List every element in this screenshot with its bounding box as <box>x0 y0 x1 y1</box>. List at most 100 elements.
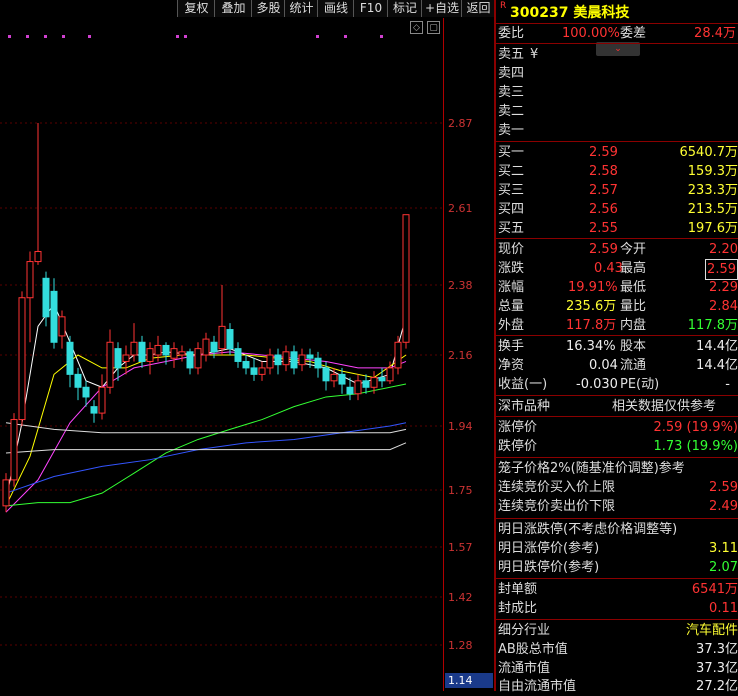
tomorrow-value: 3.11 <box>709 539 738 558</box>
cap-value: 37.3亿 <box>696 640 738 659</box>
bid-price: 2.56 <box>589 200 618 219</box>
candle-body <box>131 342 137 355</box>
stats-label: 换手 <box>498 337 524 356</box>
statistics-button[interactable]: 统计 <box>284 0 318 17</box>
ask-row: 卖五 ¥ <box>496 45 738 64</box>
tomorrow-label: 明日涨停价(参考) <box>498 539 599 558</box>
seal-label: 封单额 <box>498 580 537 599</box>
diamond-icon[interactable]: ◇ <box>410 21 423 34</box>
candle-body <box>331 374 337 380</box>
f10-button[interactable]: F10 <box>353 0 388 17</box>
draw-line-button[interactable]: 画线 <box>317 0 354 17</box>
overlay-button[interactable]: 叠加 <box>214 0 252 17</box>
quote-row: 涨幅 19.91% 最低 2.29 <box>496 278 738 297</box>
ask-row: 卖一 <box>496 121 738 140</box>
candle <box>259 361 265 380</box>
restore-rights-button[interactable]: 复权 <box>177 0 215 17</box>
quote-value: 0.43 <box>594 259 623 278</box>
candle <box>59 310 65 348</box>
section-header: 深市品种 相关数据仅供参考 <box>496 397 738 416</box>
quote-row: 外盘 117.8万 内盘 117.8万 <box>496 316 738 335</box>
candle-body <box>179 352 185 355</box>
candle <box>267 349 273 375</box>
price-tick: 1.42 <box>448 591 492 604</box>
candle-body <box>315 358 321 368</box>
candle <box>19 291 25 426</box>
wb-label: 委比 <box>498 24 524 43</box>
wc-value: 28.4万 <box>694 24 736 43</box>
candle-body <box>91 407 97 413</box>
kline-chart[interactable] <box>0 18 494 691</box>
candle-body <box>267 355 273 368</box>
candle <box>139 336 145 368</box>
quote-row: 现价 2.59 今开 2.20 <box>496 240 738 259</box>
bid-volume: 6540.7万 <box>680 143 738 162</box>
seal-row: 封单额 6541万 <box>496 580 738 599</box>
quote-label: 外盘 <box>498 316 524 335</box>
stats-label: 收益(一) <box>498 375 547 394</box>
event-marker <box>26 35 29 38</box>
candle <box>203 333 209 362</box>
tomorrow-title: 明日涨跌停(不考虑价格调整等) <box>496 520 738 539</box>
candle-body <box>243 361 249 367</box>
candle <box>291 345 297 374</box>
cap-label: 流通市值 <box>498 659 550 678</box>
cap-row: AB股总市值 37.3亿 <box>496 640 738 659</box>
bid-price: 2.59 <box>589 143 618 162</box>
limit-row: 跌停价 1.73 (19.9%) <box>496 437 738 456</box>
quote-value: 117.8万 <box>566 316 616 335</box>
candle-body <box>75 374 81 387</box>
quote-value: 2.84 <box>709 297 738 316</box>
tomorrow-row: 明日涨停价(参考) 3.11 <box>496 539 738 558</box>
stats-value: 0.04 <box>589 356 618 375</box>
stock-code-name: 300237 美晨科技 <box>510 2 629 22</box>
mark-button[interactable]: 标记 <box>387 0 422 17</box>
ask-label: 卖一 <box>498 121 524 140</box>
quote-label: 内盘 <box>620 316 646 335</box>
stats-value: 14.4亿 <box>696 337 738 356</box>
cursor-price-label: 1.14 <box>445 673 493 688</box>
bid-label: 买三 <box>498 181 524 200</box>
add-watchlist-button[interactable]: +自选 <box>421 0 462 17</box>
candle-body <box>3 480 9 506</box>
candle-body <box>187 352 193 368</box>
window-icon[interactable]: ▢ <box>427 21 440 34</box>
bid-row: 买四 2.56 213.5万 <box>496 200 738 219</box>
stats-label: 流通 <box>620 356 646 375</box>
industry-value[interactable]: 汽车配件 <box>686 621 738 640</box>
multi-stock-button[interactable]: 多股 <box>251 0 285 17</box>
cage-value: 2.49 <box>709 497 738 516</box>
bid-row: 买三 2.57 233.3万 <box>496 181 738 200</box>
price-tick: 1.94 <box>448 420 492 433</box>
disclaimer: 相关数据仅供参考 <box>612 397 716 416</box>
stats-label: 净资 <box>498 356 524 375</box>
candle <box>403 215 409 349</box>
candle <box>99 374 105 419</box>
quote-label: 最低 <box>620 278 646 297</box>
candle <box>131 323 137 361</box>
seal-value: 0.11 <box>709 599 738 618</box>
price-tick: 1.28 <box>448 639 492 652</box>
candle-body <box>395 342 401 368</box>
candle-body <box>275 355 281 365</box>
ask-label: 卖四 <box>498 64 524 83</box>
price-tick: 2.38 <box>448 279 492 292</box>
candle <box>227 323 233 355</box>
price-tick: 2.87 <box>448 117 492 130</box>
ask-label: 卖二 <box>498 102 524 121</box>
ask-label: 卖五 <box>498 45 524 64</box>
cage-label: 连续竞价卖出价下限 <box>498 497 615 516</box>
bid-price: 2.55 <box>589 219 618 238</box>
limit-label: 涨停价 <box>498 418 537 437</box>
quote-panel: R 300237 美晨科技 委比 100.00% 委差 28.4万 ⌄ 卖五 ¥… <box>496 0 738 691</box>
kline-svg[interactable] <box>0 18 444 691</box>
candle <box>315 352 321 378</box>
candle <box>27 252 33 343</box>
wc-label: 委差 <box>620 24 646 43</box>
back-button[interactable]: 返回 <box>461 0 495 17</box>
quote-value: 19.91% <box>568 278 618 297</box>
candle-body <box>379 378 385 381</box>
candle-body <box>371 378 377 388</box>
tomorrow-value: 2.07 <box>709 558 738 577</box>
industry-row: 细分行业 汽车配件 <box>496 621 738 640</box>
